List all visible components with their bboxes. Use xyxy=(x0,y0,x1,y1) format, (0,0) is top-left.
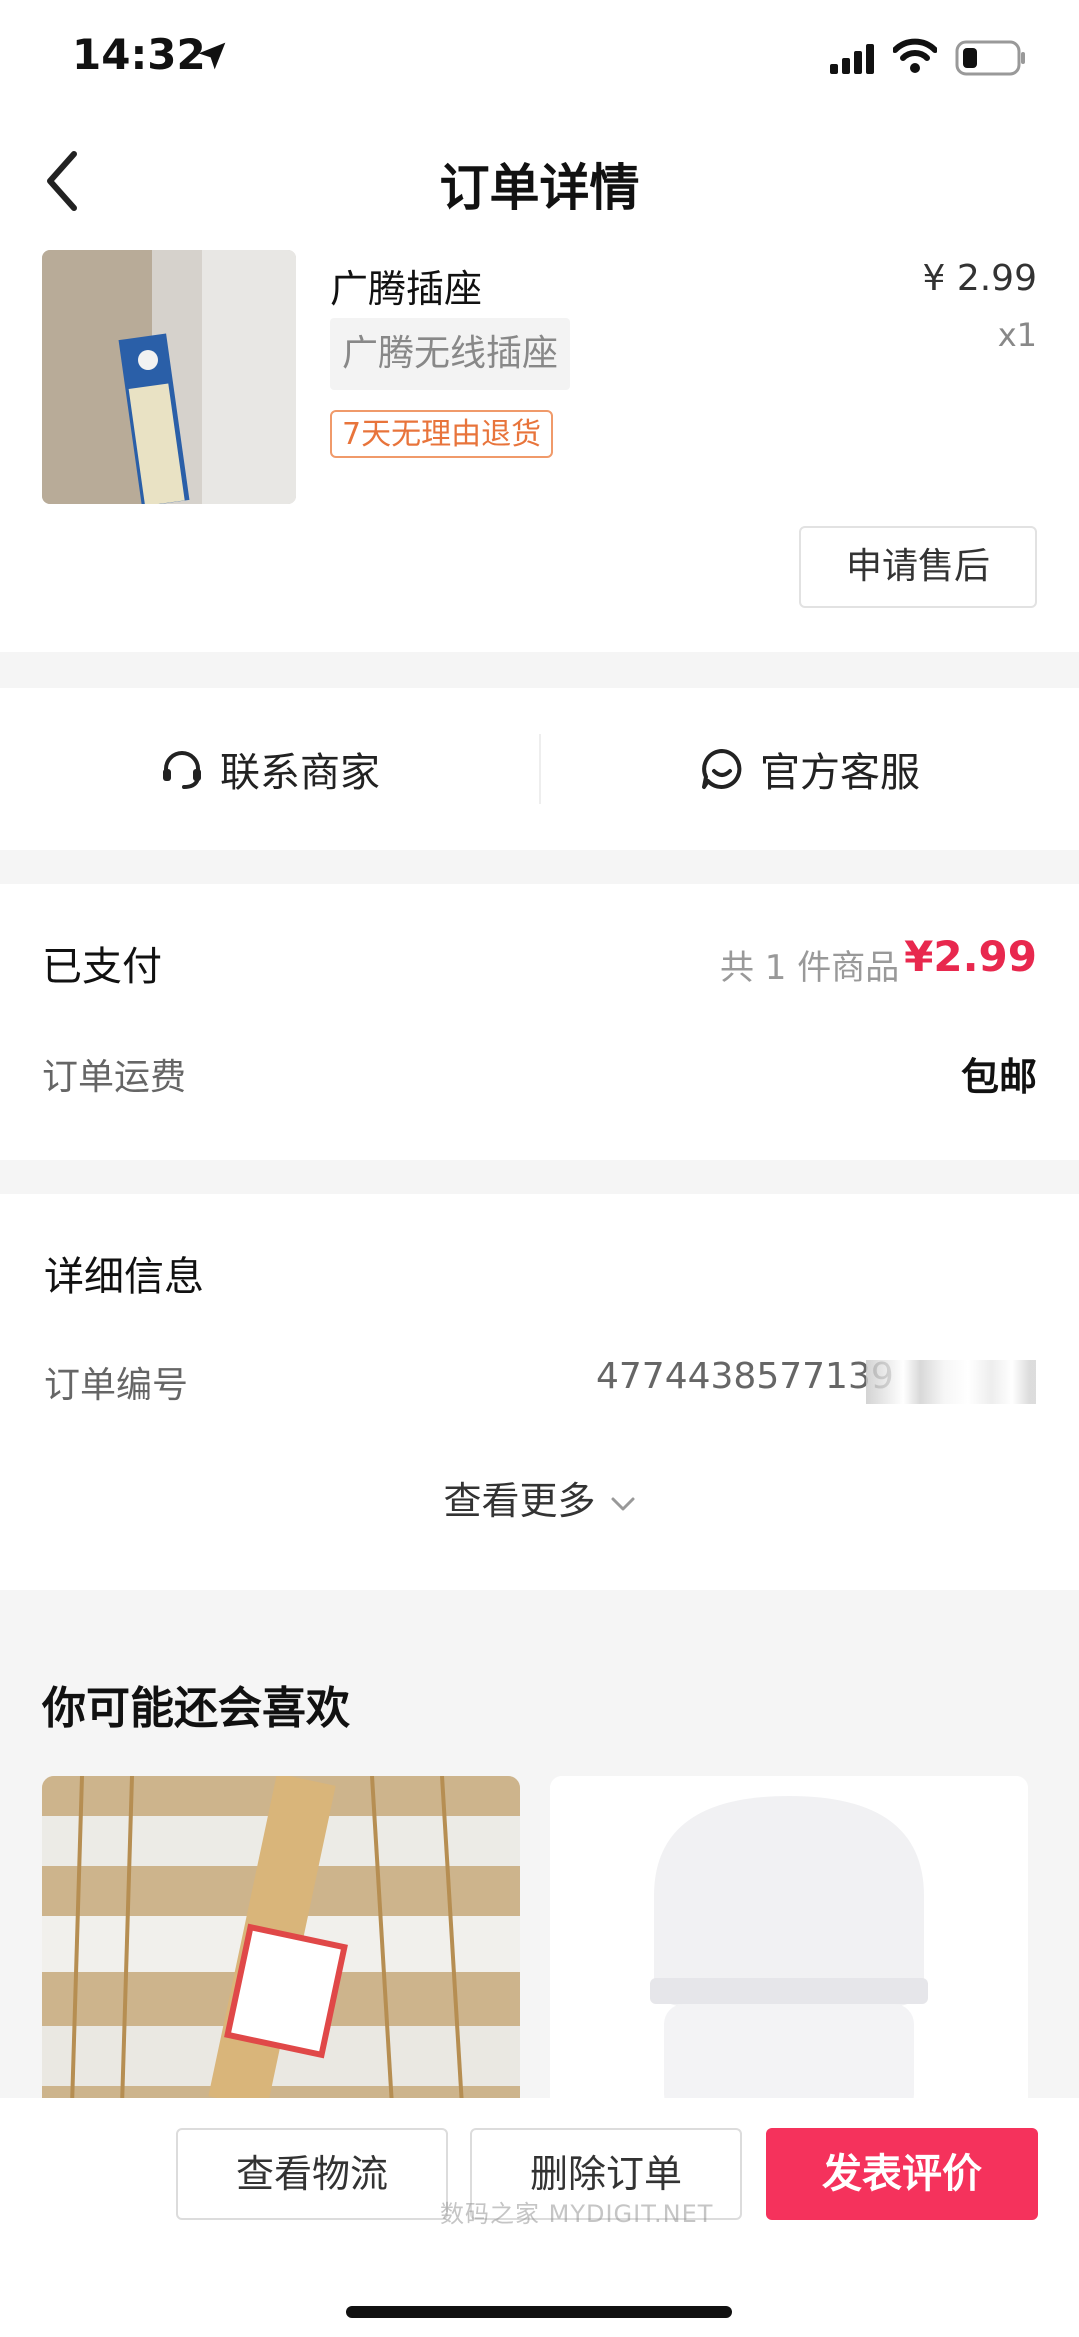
product-card[interactable]: 广腾插座 广腾无线插座 7天无理由退货 ¥ 2.99 x1 申请售后 xyxy=(0,240,1079,652)
payment-summary: 已支付 共 1 件商品 ¥2.99 订单运费 包邮 xyxy=(0,884,1079,1160)
product-thumbnail[interactable] xyxy=(42,250,296,504)
contact-merchant-button[interactable]: 联系商家 xyxy=(0,688,540,850)
product-quantity: x1 xyxy=(997,316,1037,354)
cellular-signal-icon xyxy=(830,44,874,74)
bottom-action-bar: 查看物流 删除订单 发表评价 数码之家 MYDIGIT.NET xyxy=(0,2098,1079,2337)
recommended-product-2[interactable] xyxy=(550,1776,1028,2106)
request-aftersale-button[interactable]: 申请售后 xyxy=(799,526,1037,608)
item-count: 共 1 件商品 xyxy=(720,948,900,988)
nav-bar: 订单详情 xyxy=(0,120,1079,240)
write-review-button[interactable]: 发表评价 xyxy=(766,2128,1038,2220)
product-name: 广腾插座 xyxy=(330,267,483,311)
view-logistics-button[interactable]: 查看物流 xyxy=(176,2128,448,2220)
shipping-fee-label: 订单运费 xyxy=(42,1057,187,1098)
recommendations-title: 你可能还会喜欢 xyxy=(42,1683,350,1734)
contact-merchant-label: 联系商家 xyxy=(220,750,380,796)
wifi-icon xyxy=(893,38,937,73)
order-details: 详细信息 订单编号 4774438577139 查看更多 xyxy=(0,1194,1079,1590)
home-indicator xyxy=(346,2306,732,2318)
status-time: 14:32 xyxy=(72,30,206,79)
see-more-button[interactable]: 查看更多 xyxy=(0,1470,1079,1525)
watermark: 数码之家 MYDIGIT.NET xyxy=(440,2200,714,2228)
details-title: 详细信息 xyxy=(44,1254,204,1300)
payment-status: 已支付 xyxy=(42,944,162,990)
official-service-label: 官方客服 xyxy=(760,750,920,796)
recommended-product-1[interactable] xyxy=(42,1776,520,2106)
order-number-label: 订单编号 xyxy=(44,1365,189,1406)
recommendations: 你可能还会喜欢 xyxy=(0,1624,1079,2106)
chevron-down-icon xyxy=(611,1497,634,1510)
see-more-label: 查看更多 xyxy=(443,1479,596,1523)
page-title: 订单详情 xyxy=(439,159,640,217)
status-bar: 14:32 xyxy=(0,0,1079,120)
order-number-redaction xyxy=(866,1360,1036,1404)
official-service-button[interactable]: 官方客服 xyxy=(540,688,1079,850)
contact-bar: 联系商家 官方客服 xyxy=(0,688,1079,850)
order-number-value[interactable]: 4774438577139 xyxy=(596,1356,894,1397)
product-spec: 广腾无线插座 xyxy=(330,318,571,390)
headset-icon xyxy=(163,751,201,789)
return-policy-badge: 7天无理由退货 xyxy=(330,410,554,458)
location-arrow-icon xyxy=(198,42,226,70)
product-price: ¥ 2.99 xyxy=(922,258,1037,299)
battery-icon xyxy=(955,40,1025,76)
chat-smile-icon xyxy=(702,749,742,789)
shipping-fee-value: 包邮 xyxy=(960,1055,1037,1099)
payment-total: ¥2.99 xyxy=(904,932,1037,981)
